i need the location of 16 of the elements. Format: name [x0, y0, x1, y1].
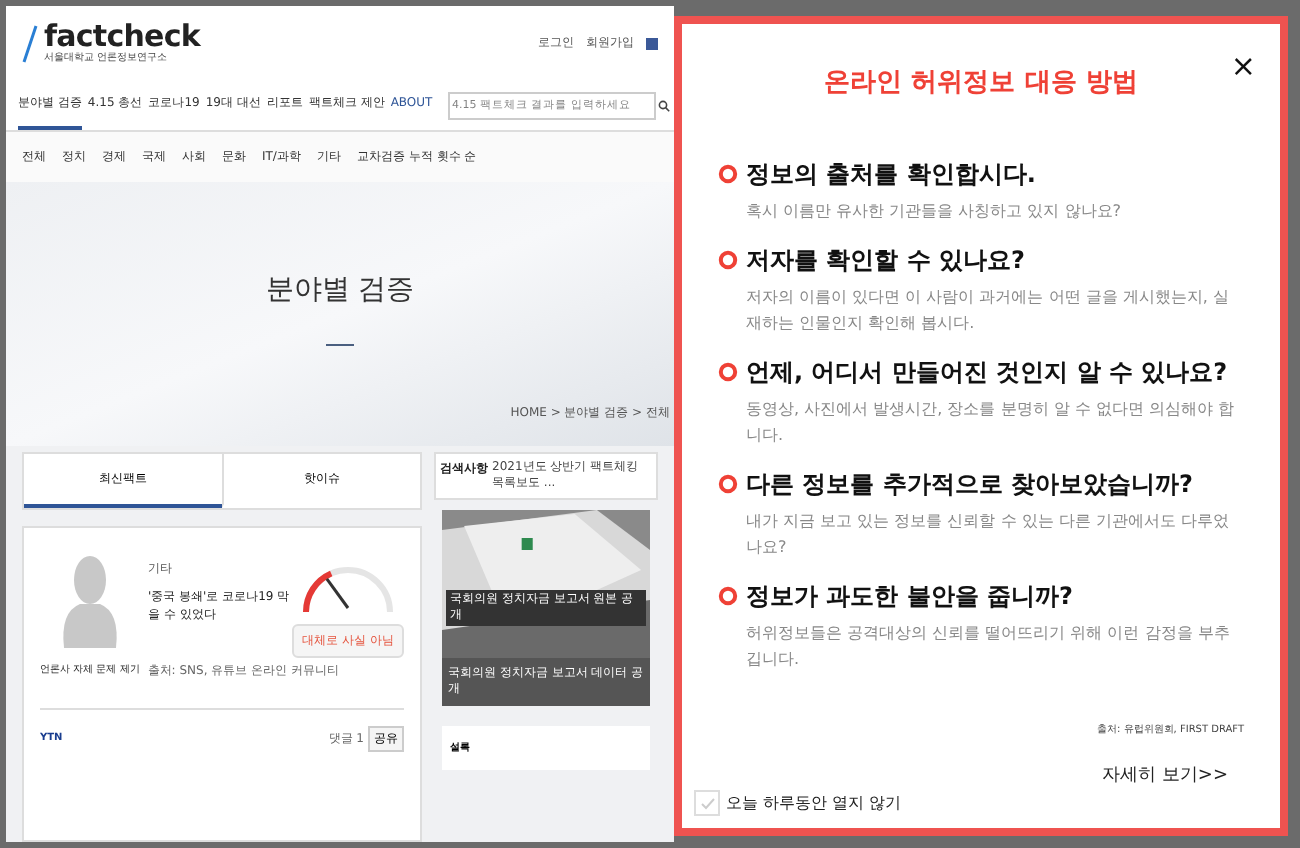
tip-text: 내가 지금 보고 있는 정보를 신뢰할 수 있는 다른 기관에서도 다루었나요? [746, 509, 1231, 559]
tip-heading: 저자를 확인할 수 있나요? [746, 243, 1025, 277]
tip-text: 허위정보들은 공격대상의 신뢰를 떨어뜨리기 위해 이런 감정을 부추깁니다. [746, 621, 1232, 671]
checkbox-label: 오늘 하루동안 열지 않기 [726, 791, 902, 815]
tip-heading: 정보가 과도한 불안을 줍니까? [746, 579, 1073, 613]
tip-heading: 다른 정보를 추가적으로 찾아보았습니까? [746, 467, 1193, 501]
more-link[interactable]: 자세히 보기>> [1102, 763, 1228, 790]
close-button[interactable]: × [1230, 52, 1256, 82]
tip-text: 동영상, 사진에서 발생시간, 장소를 분명히 알 수 없다면 의심해야 합니다. [746, 397, 1236, 447]
site-logo[interactable]: factcheck [44, 22, 200, 52]
hero-title: 분야별 검증 [265, 272, 415, 311]
tip-text: 저자의 이름이 있다면 이 사람이 과거에는 어떤 글을 게시했는지, 실재하는 인물인지 확인해 봅시다. [746, 285, 1231, 335]
tip-heading: 정보의 출처를 확인합시다. [746, 157, 1036, 191]
tip-heading: 언제, 어디서 만들어진 것인지 알 수 있나요? [746, 355, 1228, 389]
popup-title: 온라인 허위정보 대응 방법 [822, 66, 1140, 102]
tip-text: 혹시 이름만 유사한 기관들을 사칭하고 있지 않나요? [746, 199, 1124, 223]
